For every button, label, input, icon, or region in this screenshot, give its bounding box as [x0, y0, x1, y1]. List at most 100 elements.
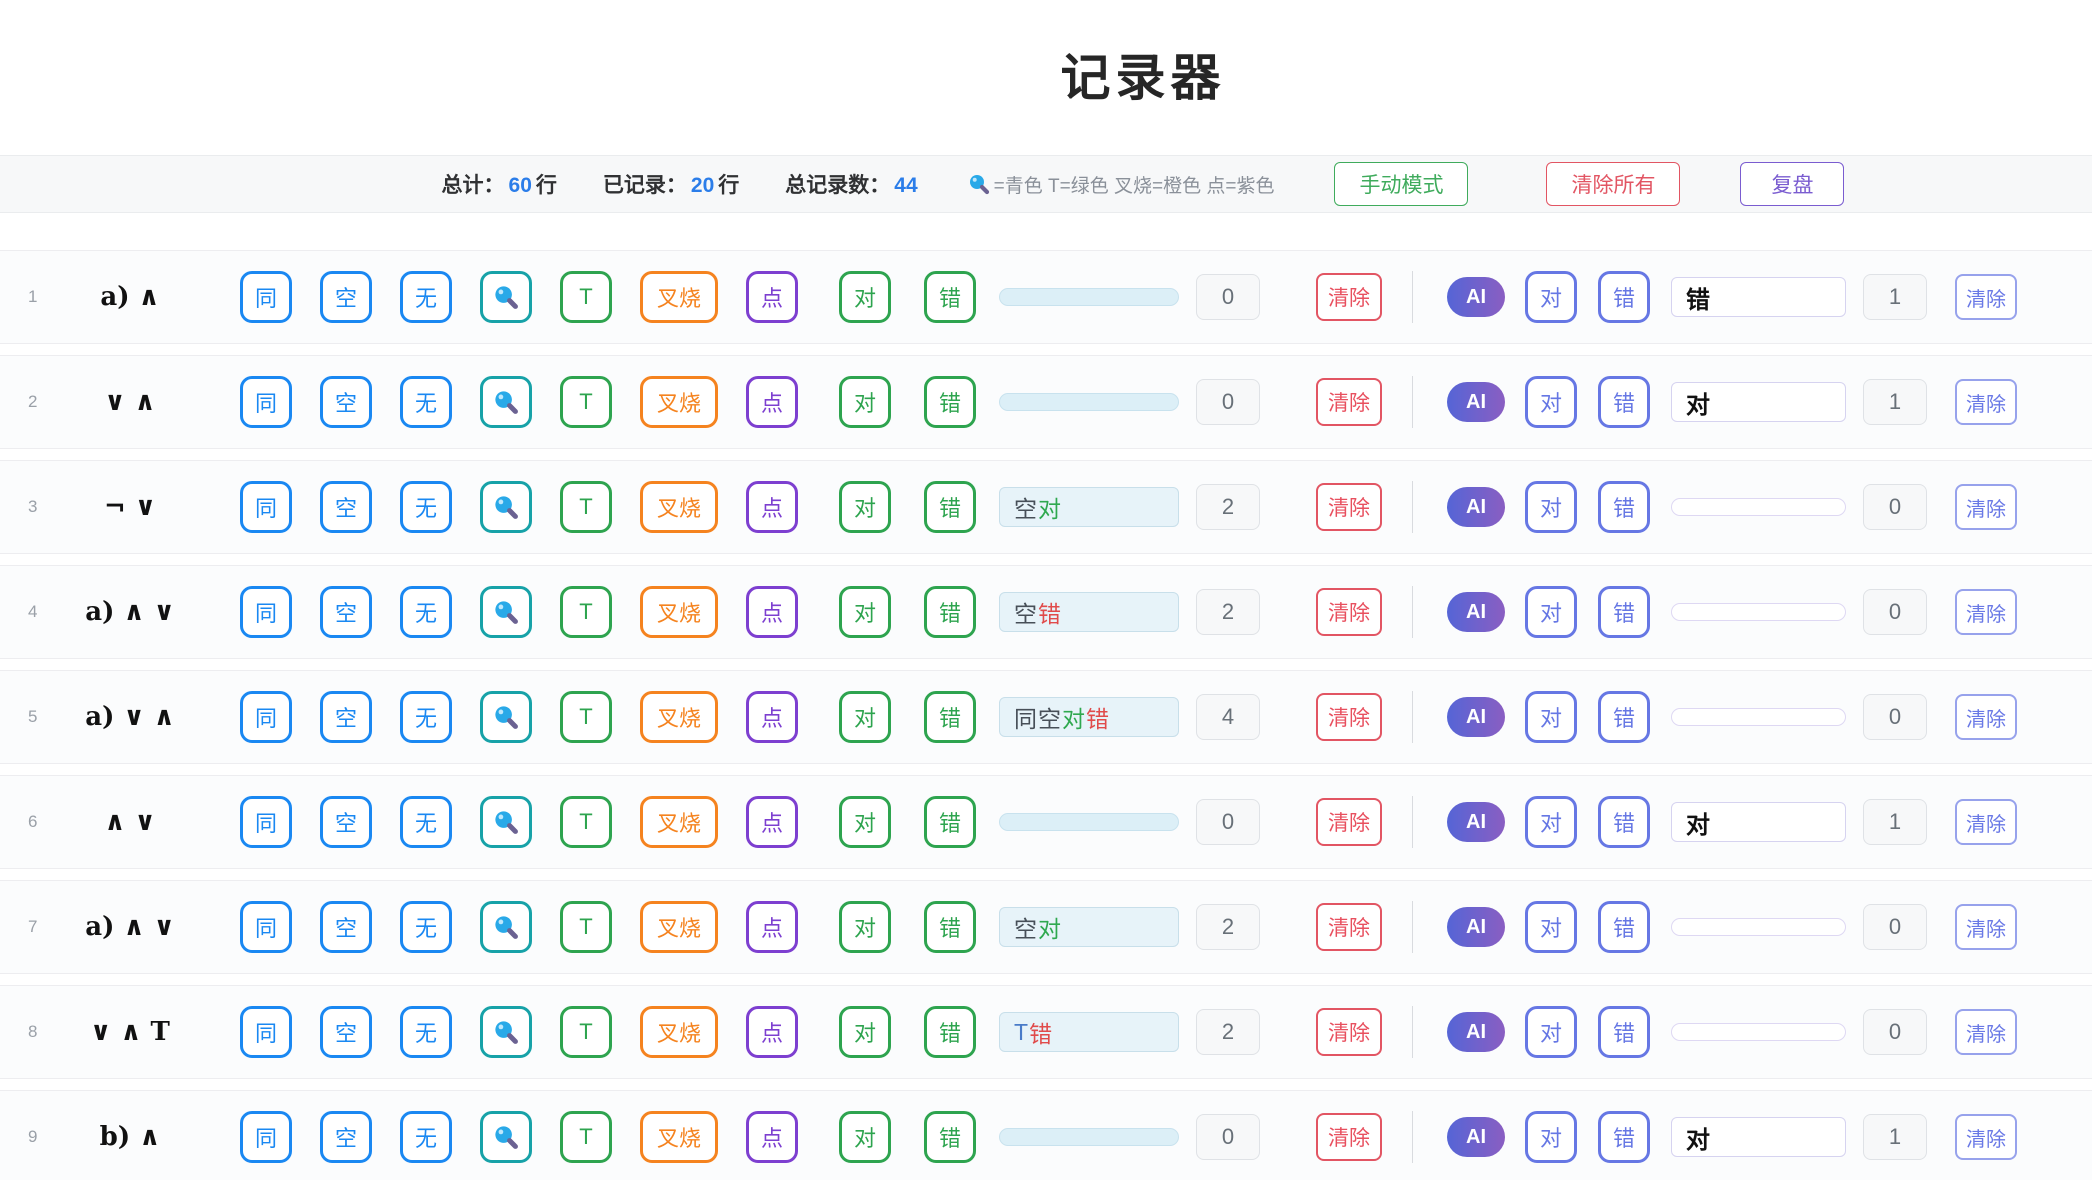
- t-button[interactable]: T: [560, 271, 612, 323]
- chashao-button[interactable]: 叉烧: [640, 796, 718, 848]
- none-button[interactable]: 无: [400, 271, 452, 323]
- none-button[interactable]: 无: [400, 481, 452, 533]
- ai-clear-button[interactable]: 清除: [1955, 379, 2017, 425]
- correct-button[interactable]: 对: [839, 1006, 891, 1058]
- ai-wrong-button[interactable]: 错: [1598, 376, 1650, 428]
- t-button[interactable]: T: [560, 376, 612, 428]
- correct-button[interactable]: 对: [839, 271, 891, 323]
- wrong-button[interactable]: 错: [924, 1006, 976, 1058]
- clear-all-button[interactable]: 清除所有: [1546, 162, 1680, 206]
- correct-button[interactable]: 对: [839, 796, 891, 848]
- none-button[interactable]: 无: [400, 796, 452, 848]
- chashao-button[interactable]: 叉烧: [640, 1111, 718, 1163]
- clear-row-button[interactable]: 清除: [1316, 588, 1382, 636]
- same-button[interactable]: 同: [240, 586, 292, 638]
- t-button[interactable]: T: [560, 481, 612, 533]
- dot-button[interactable]: 点: [746, 586, 798, 638]
- wrong-button[interactable]: 错: [924, 271, 976, 323]
- clear-row-button[interactable]: 清除: [1316, 378, 1382, 426]
- ai-wrong-button[interactable]: 错: [1598, 1006, 1650, 1058]
- chashao-button[interactable]: 叉烧: [640, 271, 718, 323]
- empty-button[interactable]: 空: [320, 586, 372, 638]
- ai-correct-button[interactable]: 对: [1525, 691, 1577, 743]
- empty-button[interactable]: 空: [320, 1006, 372, 1058]
- none-button[interactable]: 无: [400, 901, 452, 953]
- dot-button[interactable]: 点: [746, 271, 798, 323]
- same-button[interactable]: 同: [240, 901, 292, 953]
- magnifier-button[interactable]: [480, 691, 532, 743]
- dot-button[interactable]: 点: [746, 691, 798, 743]
- t-button[interactable]: T: [560, 586, 612, 638]
- clear-row-button[interactable]: 清除: [1316, 798, 1382, 846]
- t-button[interactable]: T: [560, 796, 612, 848]
- none-button[interactable]: 无: [400, 691, 452, 743]
- ai-clear-button[interactable]: 清除: [1955, 799, 2017, 845]
- replay-button[interactable]: 复盘: [1740, 162, 1844, 206]
- dot-button[interactable]: 点: [746, 1111, 798, 1163]
- ai-correct-button[interactable]: 对: [1525, 901, 1577, 953]
- wrong-button[interactable]: 错: [924, 376, 976, 428]
- empty-button[interactable]: 空: [320, 376, 372, 428]
- ai-correct-button[interactable]: 对: [1525, 1111, 1577, 1163]
- chashao-button[interactable]: 叉烧: [640, 901, 718, 953]
- correct-button[interactable]: 对: [839, 586, 891, 638]
- clear-row-button[interactable]: 清除: [1316, 1008, 1382, 1056]
- chashao-button[interactable]: 叉烧: [640, 1006, 718, 1058]
- magnifier-button[interactable]: [480, 376, 532, 428]
- ai-wrong-button[interactable]: 错: [1598, 586, 1650, 638]
- ai-correct-button[interactable]: 对: [1525, 481, 1577, 533]
- clear-row-button[interactable]: 清除: [1316, 483, 1382, 531]
- correct-button[interactable]: 对: [839, 1111, 891, 1163]
- clear-row-button[interactable]: 清除: [1316, 1113, 1382, 1161]
- same-button[interactable]: 同: [240, 481, 292, 533]
- ai-clear-button[interactable]: 清除: [1955, 1009, 2017, 1055]
- correct-button[interactable]: 对: [839, 481, 891, 533]
- same-button[interactable]: 同: [240, 271, 292, 323]
- clear-row-button[interactable]: 清除: [1316, 903, 1382, 951]
- t-button[interactable]: T: [560, 1006, 612, 1058]
- t-button[interactable]: T: [560, 691, 612, 743]
- ai-wrong-button[interactable]: 错: [1598, 901, 1650, 953]
- dot-button[interactable]: 点: [746, 1006, 798, 1058]
- ai-wrong-button[interactable]: 错: [1598, 796, 1650, 848]
- ai-clear-button[interactable]: 清除: [1955, 589, 2017, 635]
- same-button[interactable]: 同: [240, 376, 292, 428]
- ai-clear-button[interactable]: 清除: [1955, 1114, 2017, 1160]
- empty-button[interactable]: 空: [320, 796, 372, 848]
- magnifier-button[interactable]: [480, 481, 532, 533]
- empty-button[interactable]: 空: [320, 691, 372, 743]
- correct-button[interactable]: 对: [839, 901, 891, 953]
- correct-button[interactable]: 对: [839, 691, 891, 743]
- magnifier-button[interactable]: [480, 271, 532, 323]
- ai-clear-button[interactable]: 清除: [1955, 904, 2017, 950]
- same-button[interactable]: 同: [240, 796, 292, 848]
- empty-button[interactable]: 空: [320, 271, 372, 323]
- dot-button[interactable]: 点: [746, 481, 798, 533]
- none-button[interactable]: 无: [400, 1111, 452, 1163]
- wrong-button[interactable]: 错: [924, 1111, 976, 1163]
- ai-clear-button[interactable]: 清除: [1955, 274, 2017, 320]
- ai-wrong-button[interactable]: 错: [1598, 1111, 1650, 1163]
- wrong-button[interactable]: 错: [924, 796, 976, 848]
- empty-button[interactable]: 空: [320, 901, 372, 953]
- dot-button[interactable]: 点: [746, 796, 798, 848]
- chashao-button[interactable]: 叉烧: [640, 481, 718, 533]
- same-button[interactable]: 同: [240, 1006, 292, 1058]
- none-button[interactable]: 无: [400, 1006, 452, 1058]
- clear-row-button[interactable]: 清除: [1316, 693, 1382, 741]
- none-button[interactable]: 无: [400, 586, 452, 638]
- wrong-button[interactable]: 错: [924, 586, 976, 638]
- ai-wrong-button[interactable]: 错: [1598, 691, 1650, 743]
- empty-button[interactable]: 空: [320, 481, 372, 533]
- chashao-button[interactable]: 叉烧: [640, 691, 718, 743]
- wrong-button[interactable]: 错: [924, 481, 976, 533]
- wrong-button[interactable]: 错: [924, 901, 976, 953]
- same-button[interactable]: 同: [240, 691, 292, 743]
- ai-correct-button[interactable]: 对: [1525, 796, 1577, 848]
- ai-clear-button[interactable]: 清除: [1955, 484, 2017, 530]
- ai-correct-button[interactable]: 对: [1525, 1006, 1577, 1058]
- magnifier-button[interactable]: [480, 796, 532, 848]
- t-button[interactable]: T: [560, 1111, 612, 1163]
- ai-correct-button[interactable]: 对: [1525, 586, 1577, 638]
- dot-button[interactable]: 点: [746, 901, 798, 953]
